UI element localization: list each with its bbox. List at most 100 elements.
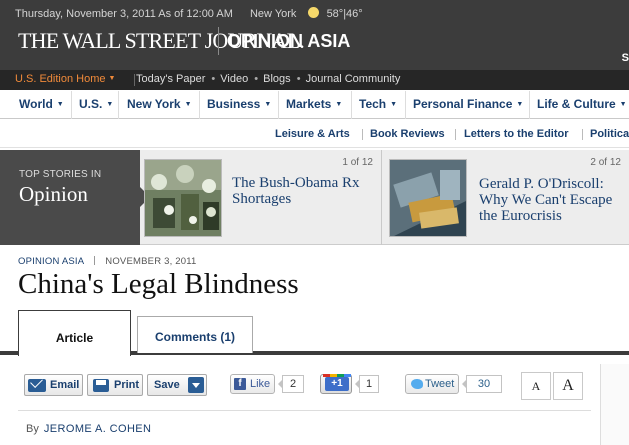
google-plus-count: 1 bbox=[355, 375, 379, 393]
nav-divider bbox=[351, 91, 352, 119]
edition-label: U.S. Edition Home bbox=[15, 73, 106, 85]
subnav-divider bbox=[455, 129, 456, 140]
section-title[interactable]: OPINION ASIA bbox=[227, 31, 350, 52]
blogs-link[interactable]: Blogs bbox=[263, 73, 291, 85]
clipped-header-text: S bbox=[621, 52, 629, 64]
right-sidebar-edge bbox=[600, 364, 629, 445]
nav-label: New York bbox=[127, 97, 181, 111]
like-label: Like bbox=[250, 378, 271, 390]
story-headline[interactable]: Gerald P. O'Driscoll: Why We Can't Escap… bbox=[479, 176, 624, 224]
author-link[interactable]: JEROME A. COHEN bbox=[44, 423, 151, 435]
facebook-icon: f bbox=[234, 378, 246, 390]
save-button[interactable]: Save bbox=[147, 374, 207, 396]
caret-down-icon: ▼ bbox=[619, 101, 627, 108]
bullet-icon: • bbox=[254, 73, 259, 85]
tweet-label: Tweet bbox=[425, 378, 455, 390]
print-label: Print bbox=[114, 379, 140, 391]
google-plus-one: +1 1 bbox=[320, 374, 380, 396]
main-nav: World ▼ U.S. ▼ New York ▼ Business ▼ Markets… bbox=[0, 91, 629, 119]
print-button[interactable]: Print bbox=[87, 374, 143, 396]
top-stories-carousel: TOP STORIES IN Opinion 1 of 12 The Bush-… bbox=[0, 150, 629, 245]
byline: By JEROME A. COHEN bbox=[26, 423, 151, 435]
subnav-divider bbox=[582, 129, 583, 140]
caret-down-icon: ▼ bbox=[184, 101, 192, 108]
weather-text: 58°|46° bbox=[326, 8, 363, 20]
nav-tech[interactable]: Tech ▼ bbox=[359, 97, 397, 111]
tweet-count: 30 bbox=[462, 375, 502, 393]
nav-personal-finance[interactable]: Personal Finance ▼ bbox=[413, 97, 523, 111]
date-text: Thursday, November 3, 2011 As of 12:00 A… bbox=[15, 8, 233, 20]
story-thumbnail[interactable] bbox=[389, 159, 467, 237]
pills-image-icon bbox=[145, 160, 221, 236]
caret-down-icon: ▼ bbox=[106, 101, 114, 108]
journal-community-link[interactable]: Journal Community bbox=[306, 73, 401, 85]
edition-links: Today's Paper • Video • Blogs • Journal Com… bbox=[136, 73, 402, 85]
nav-divider bbox=[118, 91, 119, 119]
nav-divider bbox=[199, 91, 200, 119]
subnav-letters[interactable]: Letters to the Editor bbox=[464, 128, 569, 140]
edition-bar: U.S. Edition Home ▼ Today's Paper • Video •… bbox=[0, 70, 629, 90]
caret-down-icon: ▼ bbox=[516, 101, 524, 108]
sub-nav: Leisure & Arts Book Reviews Letters to t… bbox=[0, 120, 629, 148]
article-date: NOVEMBER 3, 2011 bbox=[105, 256, 197, 267]
twitter-share: Tweet 30 bbox=[405, 374, 503, 396]
euro-notes-image-icon bbox=[390, 160, 466, 236]
article-title: China's Legal Blindness bbox=[18, 268, 299, 300]
nav-divider bbox=[405, 91, 406, 119]
nav-label: Markets bbox=[286, 97, 332, 111]
nav-label: Tech bbox=[359, 97, 387, 111]
subnav-politics[interactable]: Politica bbox=[590, 128, 629, 140]
font-larger-button[interactable]: A bbox=[553, 372, 583, 400]
top-story-2[interactable]: 2 of 12 Gerald P. O'Driscoll: Why We Can… bbox=[389, 150, 629, 245]
nav-divider bbox=[529, 91, 530, 119]
nav-life-culture[interactable]: Life & Culture ▼ bbox=[537, 97, 627, 111]
caret-down-icon: ▼ bbox=[390, 101, 398, 108]
nav-new-york[interactable]: New York ▼ bbox=[127, 97, 192, 111]
tab-comments[interactable]: Comments (1) bbox=[137, 316, 253, 353]
facebook-like-button[interactable]: f Like bbox=[230, 374, 275, 394]
save-label: Save bbox=[154, 379, 180, 391]
dropdown-arrow-icon[interactable] bbox=[188, 377, 204, 393]
video-link[interactable]: Video bbox=[220, 73, 248, 85]
byline-divider bbox=[18, 410, 591, 411]
story-headline[interactable]: The Bush-Obama Rx Shortages bbox=[232, 175, 372, 207]
google-plus-button[interactable]: +1 bbox=[320, 374, 352, 394]
nav-business[interactable]: Business ▼ bbox=[207, 97, 271, 111]
nav-label: Personal Finance bbox=[413, 97, 513, 111]
subnav-divider bbox=[362, 129, 363, 140]
story-thumbnail[interactable] bbox=[144, 159, 222, 237]
nav-world[interactable]: World ▼ bbox=[19, 97, 64, 111]
subnav-leisure-arts[interactable]: Leisure & Arts bbox=[275, 128, 350, 140]
bullet-icon: • bbox=[296, 73, 301, 85]
kicker-section-link[interactable]: OPINION ASIA bbox=[18, 256, 84, 267]
edition-home-link[interactable]: U.S. Edition Home ▼ bbox=[15, 73, 115, 85]
todays-paper-link[interactable]: Today's Paper bbox=[136, 73, 205, 85]
top-stories-section: Opinion bbox=[19, 182, 88, 206]
story-counter: 1 of 12 bbox=[342, 157, 373, 168]
nav-us[interactable]: U.S. ▼ bbox=[79, 97, 113, 111]
printer-icon bbox=[93, 379, 109, 392]
bullet-icon: • bbox=[211, 73, 216, 85]
nav-divider bbox=[71, 91, 72, 119]
kicker-divider bbox=[94, 256, 96, 265]
nav-label: U.S. bbox=[79, 97, 103, 111]
nav-divider bbox=[278, 91, 279, 119]
story-divider bbox=[381, 150, 382, 245]
masthead: Thursday, November 3, 2011 As of 12:00 A… bbox=[0, 0, 629, 70]
nav-label: World bbox=[19, 97, 53, 111]
article-toolbar: Email Print Save f Like 2 +1 1 Tweet 30 … bbox=[0, 364, 629, 410]
subnav-book-reviews[interactable]: Book Reviews bbox=[370, 128, 445, 140]
tab-label: Comments (1) bbox=[154, 330, 235, 344]
email-button[interactable]: Email bbox=[24, 374, 83, 396]
top-story-1[interactable]: 1 of 12 The Bush-Obama Rx Shortages bbox=[144, 150, 381, 245]
caret-down-icon: ▼ bbox=[108, 75, 116, 82]
tab-article[interactable]: Article bbox=[18, 310, 131, 356]
tweet-button[interactable]: Tweet bbox=[405, 374, 459, 394]
nav-markets[interactable]: Markets ▼ bbox=[286, 97, 342, 111]
city-link[interactable]: New York bbox=[250, 8, 296, 20]
story-counter: 2 of 12 bbox=[590, 157, 621, 168]
like-count: 2 bbox=[278, 375, 304, 393]
tab-label: Article bbox=[55, 331, 94, 345]
font-smaller-button[interactable]: A bbox=[521, 372, 551, 400]
caret-down-icon: ▼ bbox=[335, 101, 343, 108]
